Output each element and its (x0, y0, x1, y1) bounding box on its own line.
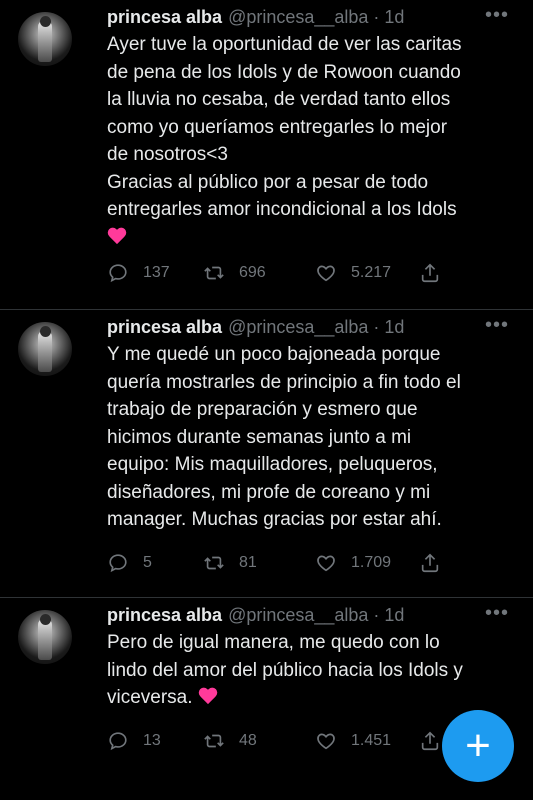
like-count: 1.709 (351, 554, 392, 571)
retweet-button[interactable]: 81 (203, 552, 257, 574)
more-options-icon[interactable]: ••• (485, 602, 509, 625)
retweet-button[interactable]: 696 (203, 262, 266, 284)
compose-plus-icon: + (465, 721, 491, 770)
share-button[interactable] (419, 730, 441, 752)
share-button[interactable] (419, 552, 441, 574)
retweet-icon (204, 556, 224, 570)
share-icon (421, 553, 439, 573)
tweet-text: Ayer tuve la oportunidad de ver las cari… (107, 31, 522, 251)
tweet-actions: 13 48 1.451 (107, 730, 447, 752)
reply-icon (109, 732, 127, 751)
tweet-text: Y me quedé un poco bajoneada porque quer… (107, 344, 461, 530)
share-icon (421, 263, 439, 283)
retweet-count: 696 (239, 264, 266, 281)
like-button[interactable]: 1.709 (315, 552, 391, 574)
display-name[interactable]: princesa alba (107, 7, 222, 28)
like-button[interactable]: 5.217 (315, 262, 391, 284)
more-options-icon[interactable]: ••• (485, 4, 509, 27)
share-button[interactable] (419, 262, 441, 284)
like-button[interactable]: 1.451 (315, 730, 391, 752)
tweet-text-content: Ayer tuve la oportunidad de ver las cari… (107, 34, 462, 220)
reply-count: 137 (143, 264, 170, 281)
retweet-button[interactable]: 48 (203, 730, 257, 752)
avatar[interactable] (18, 12, 72, 66)
tweet-text-content: Pero de igual manera, me quedo con lo li… (107, 632, 463, 708)
reply-icon (109, 554, 127, 573)
avatar-head (40, 326, 51, 337)
tweet-actions: 137 696 5.217 (107, 262, 447, 284)
retweet-icon (204, 734, 224, 748)
heart-icon (317, 555, 335, 572)
tweet-header: princesa alba @princesa__alba · 1d (107, 604, 404, 626)
handle-and-time[interactable]: @princesa__alba · 1d (228, 605, 404, 626)
avatar[interactable] (18, 610, 72, 664)
reply-count: 5 (143, 554, 152, 571)
tweet-header: princesa alba @princesa__alba · 1d (107, 6, 404, 28)
heart-icon (317, 733, 335, 750)
tweet[interactable]: princesa alba @princesa__alba · 1d ••• Y… (0, 310, 533, 598)
reply-icon (109, 264, 127, 283)
tweet-header: princesa alba @princesa__alba · 1d (107, 316, 404, 338)
handle-and-time[interactable]: @princesa__alba · 1d (228, 7, 404, 28)
avatar[interactable] (18, 322, 72, 376)
reply-button[interactable]: 13 (107, 730, 161, 752)
reply-button[interactable]: 137 (107, 262, 170, 284)
more-options-icon[interactable]: ••• (485, 314, 509, 337)
like-count: 1.451 (351, 732, 392, 749)
avatar-head (40, 614, 51, 625)
display-name[interactable]: princesa alba (107, 317, 222, 338)
tweet[interactable]: princesa alba @princesa__alba · 1d ••• A… (0, 0, 533, 310)
avatar-head (40, 16, 51, 27)
sparkling-heart-icon (107, 227, 127, 245)
display-name[interactable]: princesa alba (107, 605, 222, 626)
reply-count: 13 (143, 732, 161, 749)
heart-icon (317, 265, 335, 282)
share-icon (421, 731, 439, 751)
reply-button[interactable]: 5 (107, 552, 152, 574)
retweet-icon (204, 266, 224, 280)
tweet-text: Pero de igual manera, me quedo con lo li… (107, 629, 522, 712)
tweet-actions: 5 81 1.709 (107, 552, 447, 574)
retweet-count: 81 (239, 554, 257, 571)
compose-tweet-button[interactable]: + (442, 710, 514, 782)
retweet-count: 48 (239, 732, 257, 749)
handle-and-time[interactable]: @princesa__alba · 1d (228, 317, 404, 338)
sparkling-heart-icon (198, 687, 218, 705)
like-count: 5.217 (351, 264, 392, 281)
